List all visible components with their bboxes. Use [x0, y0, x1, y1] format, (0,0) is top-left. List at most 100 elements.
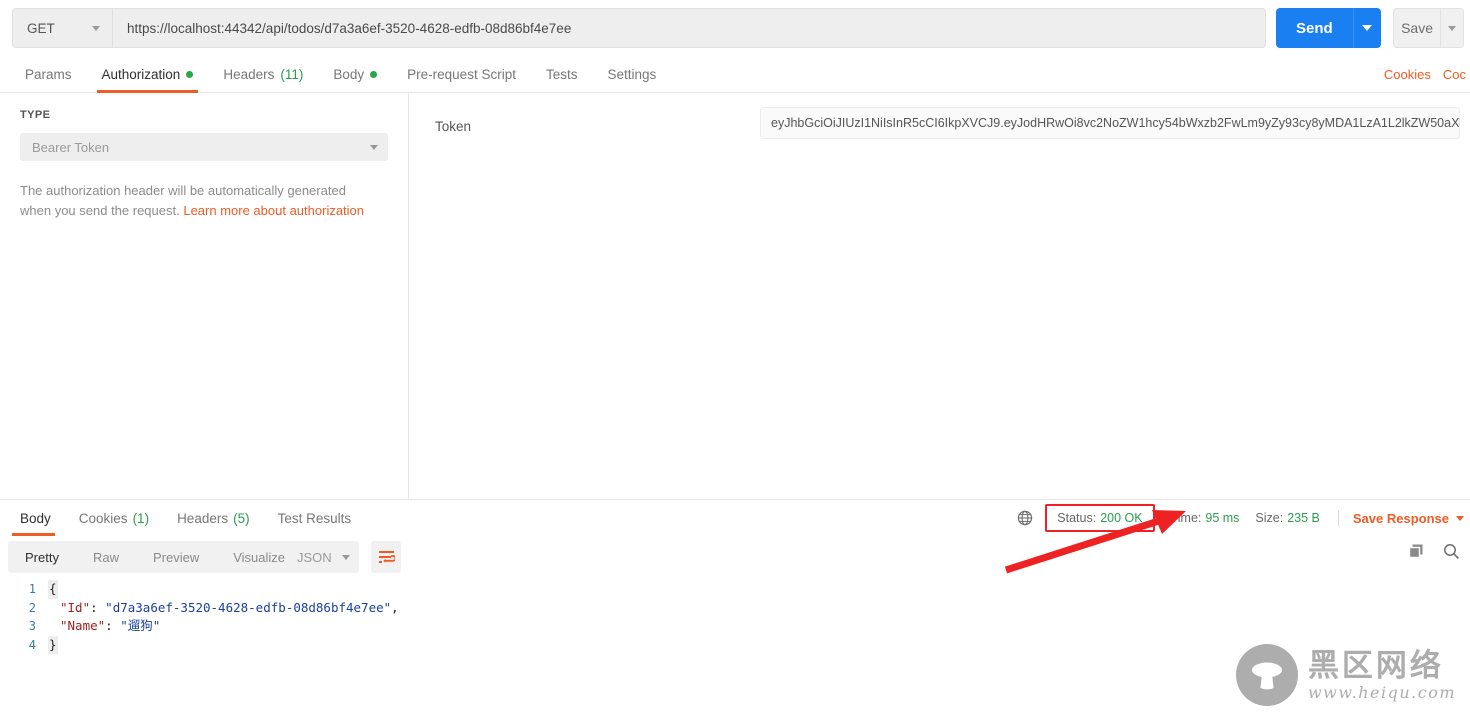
- body-actions: [1408, 543, 1460, 560]
- body-format-select[interactable]: JSON: [285, 541, 359, 573]
- status-value: 200 OK: [1100, 511, 1143, 525]
- code-link[interactable]: Coc: [1443, 67, 1466, 82]
- search-icon[interactable]: [1443, 543, 1460, 560]
- chevron-down-icon[interactable]: [1456, 515, 1464, 521]
- word-wrap-button[interactable]: [371, 541, 401, 573]
- auth-type-select[interactable]: Bearer Token: [20, 133, 388, 161]
- time-label: Time:: [1170, 511, 1202, 525]
- tab-label: Headers: [223, 66, 275, 82]
- token-input[interactable]: eyJhbGciOiJIUzI1NiIsInR5cCI6IkpXVCJ9.eyJ…: [760, 107, 1460, 139]
- json-colon: :: [105, 618, 121, 633]
- tab-params[interactable]: Params: [10, 56, 87, 93]
- learn-more-link[interactable]: Learn more about authorization: [183, 203, 364, 218]
- chevron-down-icon: [370, 144, 378, 150]
- tab-count-badge: (11): [280, 66, 304, 82]
- json-colon: :: [90, 599, 106, 615]
- chevron-down-icon: [342, 554, 350, 560]
- line-number: 3: [28, 619, 36, 633]
- chevron-down-icon: [1362, 25, 1373, 31]
- response-time: Time: 95 ms: [1171, 511, 1240, 525]
- type-label: TYPE: [20, 109, 51, 121]
- view-raw[interactable]: Raw: [76, 541, 136, 573]
- tab-label: Cookies: [78, 510, 128, 526]
- http-method-selector[interactable]: GET: [12, 8, 112, 48]
- send-button[interactable]: Send: [1275, 8, 1353, 48]
- body-view-switcher: Pretty Raw Preview Visualize: [8, 541, 303, 573]
- tab-pre-request-script[interactable]: Pre-request Script: [392, 56, 531, 93]
- code-open-brace: {: [48, 580, 58, 599]
- url-input[interactable]: https://localhost:44342/api/todos/d7a3a6…: [111, 8, 1266, 48]
- status-badge: Status: 200 OK: [1045, 504, 1155, 532]
- tab-count-badge: (5): [233, 510, 250, 526]
- response-tab-headers[interactable]: Headers (5): [163, 500, 264, 536]
- line-number: 4: [28, 637, 36, 652]
- line-number: 1: [28, 582, 36, 596]
- code-content: "Id": "d7a3a6ef-3520-4628-edfb-08d86bf4e…: [48, 599, 399, 618]
- tab-headers[interactable]: Headers (11): [208, 56, 318, 93]
- line-number: 2: [28, 600, 36, 615]
- copy-icon[interactable]: [1408, 543, 1425, 560]
- tab-authorization[interactable]: Authorization: [87, 56, 209, 93]
- watermark-url: www.heiqu.com: [1307, 682, 1456, 702]
- token-label: Token: [435, 119, 472, 134]
- status-dot-icon: [370, 70, 378, 78]
- tab-count-badge: (1): [132, 510, 150, 526]
- authorization-type-panel: TYPE Bearer Token The authorization head…: [0, 93, 409, 500]
- request-bar: GET https://localhost:44342/api/todos/d7…: [0, 0, 1470, 56]
- tab-label: Settings: [607, 66, 657, 82]
- meta-divider: [1337, 510, 1339, 526]
- tab-body[interactable]: Body: [318, 56, 392, 93]
- response-tab-cookies[interactable]: Cookies (1): [65, 500, 163, 536]
- authorization-token-panel: Token eyJhbGciOiJIUzI1NiIsInR5cCI6IkpXVC…: [410, 93, 1470, 500]
- save-options-button[interactable]: [1440, 8, 1464, 48]
- request-tabs-actions: Cookies Coc: [1384, 56, 1470, 93]
- response-meta-bar: Status: 200 OK Time: 95 ms Size: 235 B S…: [1017, 500, 1470, 536]
- view-preview[interactable]: Preview: [136, 541, 216, 573]
- chevron-down-icon: [1448, 25, 1457, 31]
- code-line: 3 "Name": "遛狗": [0, 617, 1470, 636]
- response-body-toolbar: Pretty Raw Preview Visualize JSON: [0, 541, 1470, 573]
- code-line: 2 "Id": "d7a3a6ef-3520-4628-edfb-08d86bf…: [0, 599, 1470, 618]
- chevron-down-icon: [91, 25, 100, 31]
- code-content: "Name": "遛狗": [48, 617, 160, 636]
- tab-settings[interactable]: Settings: [592, 56, 671, 93]
- body-format-value: JSON: [297, 549, 332, 565]
- save-response-button[interactable]: Save Response: [1353, 511, 1449, 526]
- globe-icon[interactable]: [1017, 510, 1033, 526]
- tab-tests[interactable]: Tests: [531, 56, 593, 93]
- json-comma: ,: [391, 599, 399, 615]
- json-value-id: "d7a3a6ef-3520-4628-edfb-08d86bf4e7ee": [105, 599, 392, 615]
- tab-label: Tests: [545, 66, 578, 82]
- tab-label: Authorization: [101, 66, 181, 82]
- json-key-id: "Id": [60, 599, 91, 615]
- mushroom-logo-icon: [1235, 644, 1298, 706]
- tab-label: Test Results: [277, 510, 352, 526]
- tab-label: Body: [20, 510, 51, 526]
- tab-label: Body: [333, 66, 365, 82]
- url-value: https://localhost:44342/api/todos/d7a3a6…: [126, 20, 572, 36]
- cookies-link[interactable]: Cookies: [1384, 67, 1431, 82]
- http-method-value: GET: [27, 20, 55, 36]
- watermark-title: 黑区网络: [1307, 647, 1444, 684]
- watermark-text: 黑区网络 www.heiqu.com: [1308, 649, 1456, 702]
- save-button[interactable]: Save: [1392, 8, 1441, 48]
- auth-type-value: Bearer Token: [32, 139, 110, 155]
- code-close-brace: }: [48, 635, 58, 654]
- response-tab-body[interactable]: Body: [6, 500, 65, 536]
- json-key-name: "Name": [60, 618, 106, 633]
- json-value-name: "遛狗": [120, 618, 161, 633]
- status-dot-icon: [186, 70, 194, 78]
- status-label: Status:: [1057, 511, 1097, 525]
- send-options-button[interactable]: [1352, 8, 1381, 48]
- tab-label: Headers: [177, 510, 229, 526]
- watermark: 黑区网络 www.heiqu.com: [1235, 644, 1456, 706]
- response-size: Size: 235 B: [1255, 511, 1319, 525]
- tab-label: Params: [25, 66, 72, 82]
- tab-label: Pre-request Script: [407, 66, 516, 82]
- view-pretty[interactable]: Pretty: [8, 541, 76, 573]
- response-tab-test-results[interactable]: Test Results: [264, 500, 366, 536]
- code-line: 1 {: [0, 580, 1470, 599]
- token-value: eyJhbGciOiJIUzI1NiIsInR5cCI6IkpXVCJ9.eyJ…: [771, 116, 1460, 130]
- size-label: Size:: [1255, 511, 1284, 525]
- time-value: 95 ms: [1205, 511, 1240, 525]
